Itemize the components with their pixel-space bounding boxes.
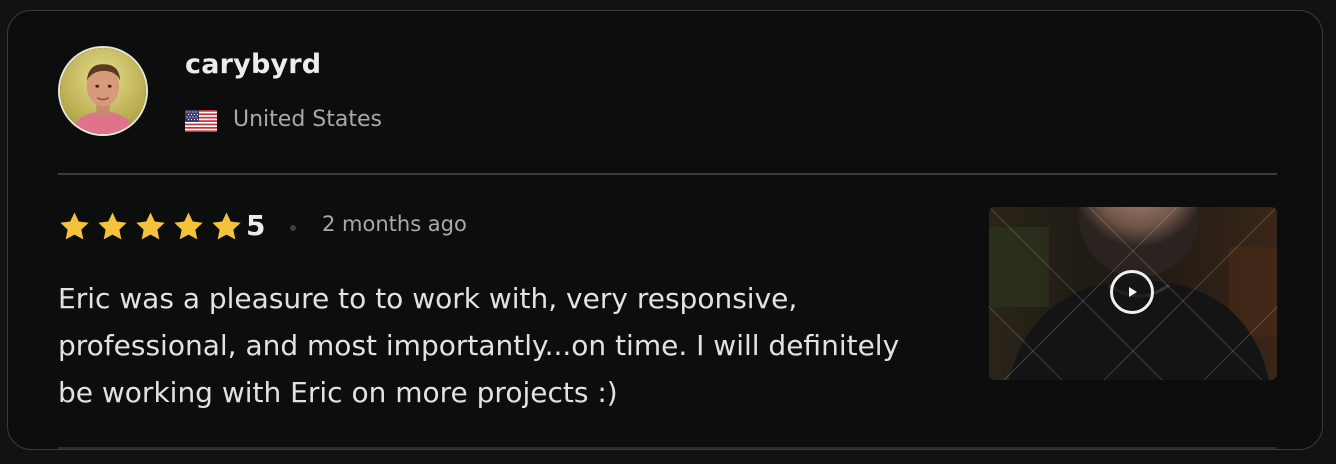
review-time-ago: 2 months ago — [322, 212, 467, 236]
video-thumbnail[interactable] — [989, 207, 1277, 380]
header-divider — [58, 173, 1277, 175]
star-icon — [172, 210, 205, 243]
play-button[interactable] — [1110, 270, 1154, 314]
star-icon — [210, 210, 243, 243]
reviewer-avatar[interactable] — [58, 46, 148, 136]
star-icon — [134, 210, 167, 243]
avatar-photo — [60, 48, 146, 134]
star-rating — [58, 210, 243, 243]
reviewer-username[interactable]: carybyrd — [185, 49, 321, 80]
us-flag-icon — [185, 110, 217, 132]
review-card: carybyrd United States 5 2 months ago Er… — [7, 10, 1323, 450]
review-body: Eric was a pleasure to to work with, ver… — [58, 282, 900, 409]
star-icon — [96, 210, 129, 243]
separator-dot — [290, 225, 296, 231]
play-icon — [1129, 287, 1137, 297]
reviewer-country: United States — [233, 107, 382, 132]
footer-divider — [58, 447, 1277, 449]
star-icon — [58, 210, 91, 243]
rating-value: 5 — [246, 209, 266, 242]
